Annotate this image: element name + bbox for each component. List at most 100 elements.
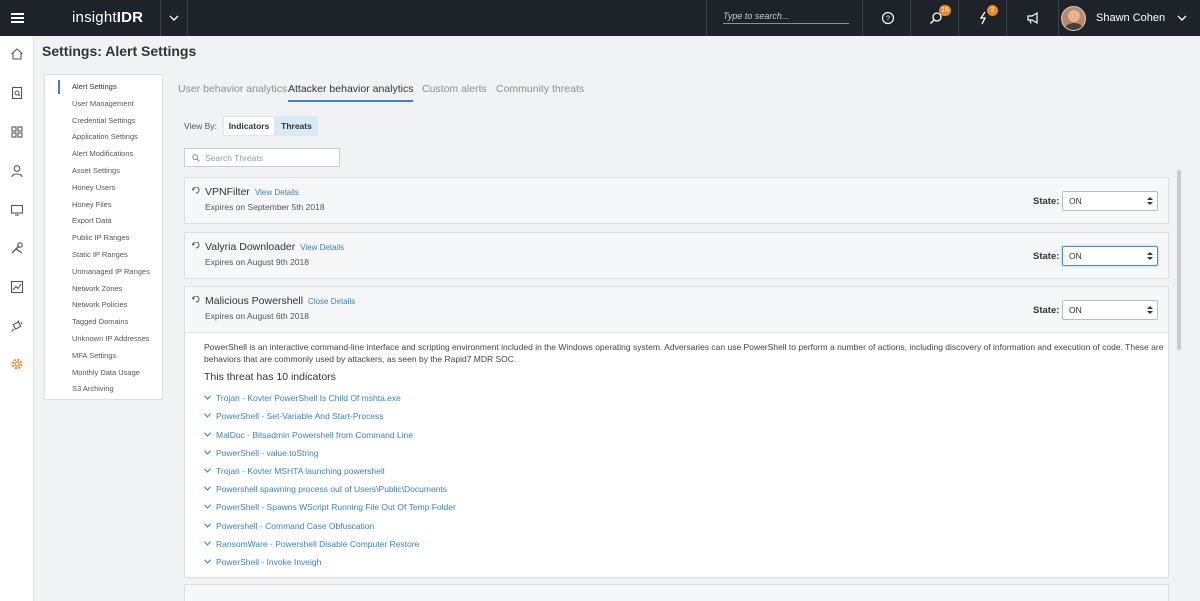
- settings-item-network-zones[interactable]: Network Zones: [45, 281, 162, 298]
- view-by-threats-button[interactable]: Threats: [275, 116, 318, 136]
- settings-item-unmanaged-ip-ranges[interactable]: Unmanaged IP Ranges: [45, 264, 162, 281]
- chart-icon[interactable]: [9, 279, 25, 295]
- indicator-item[interactable]: Trojan - Kovter MSHTA launching powershe…: [204, 465, 385, 477]
- threat-card-malicious-powershell: Malicious Powershell Close Details Expire…: [184, 286, 1169, 578]
- monitor-icon[interactable]: [9, 202, 25, 218]
- view-details-link[interactable]: View Details: [300, 243, 344, 252]
- megaphone-icon: [1026, 11, 1038, 25]
- search-input[interactable]: [205, 152, 335, 164]
- home-icon[interactable]: [9, 46, 25, 62]
- announcements-button[interactable]: [1006, 0, 1058, 36]
- scrollbar-thumb[interactable]: [1177, 170, 1181, 350]
- settings-item-static-ip-ranges[interactable]: Static IP Ranges: [45, 247, 162, 264]
- chevron-down-icon: [204, 504, 211, 510]
- chevron-down-icon: [204, 450, 211, 456]
- indicator-item[interactable]: PowerShell - value.toString: [204, 447, 319, 459]
- collapse-toggle-icon[interactable]: [192, 187, 200, 195]
- close-details-link[interactable]: Close Details: [308, 297, 355, 306]
- plug-icon[interactable]: [9, 318, 25, 334]
- chevron-down-icon: [204, 486, 211, 492]
- indicator-count: This threat has 10 indicators: [204, 371, 336, 383]
- dashboard-icon[interactable]: [9, 124, 25, 140]
- chevron-down-icon: [204, 395, 211, 401]
- state-label: State:: [1033, 305, 1060, 316]
- help-button[interactable]: ?: [862, 0, 912, 36]
- threat-name: VPNFilter: [205, 186, 250, 198]
- tab-community-threats[interactable]: Community threats: [496, 80, 584, 102]
- settings-item-user-management[interactable]: User Management: [45, 96, 162, 113]
- user-menu[interactable]: Shawn Cohen: [1058, 0, 1200, 36]
- view-by-indicators-button[interactable]: Indicators: [223, 116, 275, 136]
- settings-item-tagged-domains[interactable]: Tagged Domains: [45, 314, 162, 331]
- threat-expiry: Expires on August 9th 2018: [205, 257, 309, 267]
- threat-name: Malicious Powershell: [205, 295, 304, 307]
- avatar: [1061, 5, 1086, 31]
- settings-item-application-settings[interactable]: Application Settings: [45, 129, 162, 146]
- settings-item-credential-settings[interactable]: Credential Settings: [45, 113, 162, 130]
- tab-custom-alerts[interactable]: Custom alerts: [422, 80, 487, 102]
- global-search: [706, 0, 866, 36]
- report-icon[interactable]: [9, 85, 25, 101]
- settings-item-mfa-settings[interactable]: MFA Settings: [45, 348, 162, 365]
- threat-details: PowerShell is an interactive command-lin…: [185, 332, 1168, 577]
- collapse-toggle-icon[interactable]: [192, 296, 200, 304]
- global-search-input[interactable]: [723, 9, 849, 24]
- select-arrows-icon: [1147, 252, 1153, 260]
- threat-card-partial: [184, 584, 1169, 601]
- tools-icon[interactable]: [9, 240, 25, 256]
- state-select[interactable]: ON: [1062, 191, 1158, 211]
- settings-item-network-policies[interactable]: Network Policies: [45, 297, 162, 314]
- settings-item-export-data[interactable]: Export Data: [45, 213, 162, 230]
- threat-expiry: Expires on September 5th 2018: [205, 202, 325, 212]
- indicator-item[interactable]: PowerShell - Set-Variable And Start-Proc…: [204, 410, 384, 422]
- svg-text:?: ?: [885, 14, 889, 23]
- scrollbar[interactable]: [1177, 170, 1182, 601]
- state-label: State:: [1033, 251, 1060, 262]
- indicator-item[interactable]: PowerShell - Spawns WScript Running File…: [204, 501, 456, 513]
- alerts-button[interactable]: 2: [958, 0, 1008, 36]
- settings-item-public-ip-ranges[interactable]: Public IP Ranges: [45, 230, 162, 247]
- chevron-down-icon: [204, 541, 211, 547]
- state-value: ON: [1069, 251, 1082, 261]
- tab-attacker-behavior-analytics[interactable]: Attacker behavior analytics: [288, 80, 414, 102]
- user-icon[interactable]: [9, 163, 25, 179]
- page-title: Settings: Alert Settings: [42, 43, 197, 59]
- left-nav: [0, 36, 34, 601]
- settings-item-asset-settings[interactable]: Asset Settings: [45, 163, 162, 180]
- settings-item-alert-modifications[interactable]: Alert Modifications: [45, 146, 162, 163]
- investigations-badge: 15: [939, 5, 951, 16]
- settings-menu: Alert Settings User Management Credentia…: [44, 74, 163, 400]
- app-logo[interactable]: insightIDR: [72, 9, 143, 26]
- app-switcher-chevron-icon[interactable]: [160, 0, 188, 36]
- investigations-button[interactable]: 15: [910, 0, 960, 36]
- state-value: ON: [1069, 196, 1082, 206]
- state-select[interactable]: ON: [1062, 300, 1158, 320]
- chevron-down-icon: [204, 432, 211, 438]
- view-details-link[interactable]: View Details: [255, 188, 299, 197]
- settings-item-alert-settings[interactable]: Alert Settings: [45, 79, 162, 96]
- chevron-down-icon: [204, 413, 211, 419]
- select-arrows-icon: [1147, 197, 1153, 205]
- gear-icon[interactable]: [9, 356, 25, 372]
- state-select[interactable]: ON: [1062, 246, 1158, 266]
- settings-item-monthly-data-usage[interactable]: Monthly Data Usage: [45, 365, 162, 382]
- indicator-item[interactable]: MalDoc - Bitsadmin Powershell from Comma…: [204, 429, 413, 441]
- settings-item-unknown-ip-addresses[interactable]: Unknown IP Addresses: [45, 331, 162, 348]
- help-icon: ?: [881, 11, 894, 25]
- indicator-item[interactable]: RansomWare - Powershell Disable Computer…: [204, 538, 419, 550]
- alerts-badge: 2: [987, 5, 998, 16]
- hamburger-menu-icon[interactable]: [0, 0, 34, 36]
- indicator-item[interactable]: PowerShell - Invoke Inveigh: [204, 556, 321, 568]
- chevron-down-icon: [204, 559, 211, 565]
- collapse-toggle-icon[interactable]: [192, 242, 200, 250]
- indicator-item[interactable]: Trojan - Kovter PowerShell Is Child Of m…: [204, 392, 401, 404]
- user-name: Shawn Cohen: [1096, 12, 1166, 24]
- settings-item-s3-archiving[interactable]: S3 Archiving: [45, 381, 162, 398]
- settings-item-honey-files[interactable]: Honey Files: [45, 197, 162, 214]
- threat-name: Valyria Downloader: [205, 241, 296, 253]
- indicator-item[interactable]: Powershell spawning process out of Users…: [204, 483, 447, 495]
- indicator-item[interactable]: Powershell - Command Case Obfuscation: [204, 520, 374, 532]
- settings-item-honey-users[interactable]: Honey Users: [45, 180, 162, 197]
- threat-card-valyria-downloader: Valyria Downloader View Details Expires o…: [184, 232, 1169, 279]
- tab-user-behavior-analytics[interactable]: User behavior analytics: [178, 80, 287, 102]
